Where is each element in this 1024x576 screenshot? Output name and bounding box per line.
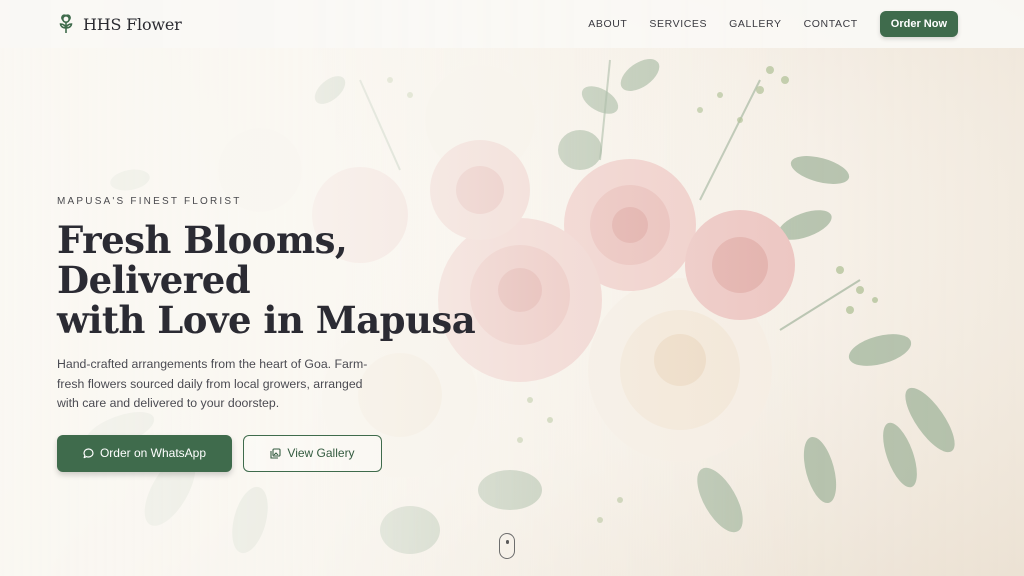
hero-subtitle: Hand-crafted arrangements from the heart… [57, 355, 389, 414]
view-gallery-button[interactable]: View Gallery [243, 434, 382, 472]
hero-section: MAPUSA'S FINEST FLORIST Fresh Blooms, De… [57, 196, 527, 472]
flower-icon [57, 13, 75, 35]
main-nav: ABOUT SERVICES GALLERY CONTACT Order Now [588, 11, 958, 37]
hero-subtitle-line-2: fresh flowers sourced daily from local g… [57, 376, 363, 391]
hero-title-line-2: with Love in Mapusa [57, 298, 476, 342]
scroll-dot [505, 540, 509, 544]
image-gallery-icon [270, 447, 281, 459]
order-whatsapp-button[interactable]: Order on WhatsApp [57, 434, 232, 472]
site-header: HHS Flower ABOUT SERVICES GALLERY CONTAC… [0, 0, 1024, 48]
chat-bubble-icon [83, 447, 94, 459]
order-whatsapp-label: Order on WhatsApp [99, 446, 207, 460]
nav-services[interactable]: SERVICES [649, 18, 707, 30]
nav-about[interactable]: ABOUT [588, 18, 627, 30]
nav-contact[interactable]: CONTACT [804, 18, 858, 30]
hero-title-line-1: Fresh Blooms, Delivered [57, 218, 348, 302]
mouse-scroll-icon[interactable] [499, 533, 515, 559]
nav-gallery[interactable]: GALLERY [729, 18, 781, 30]
hero-title: Fresh Blooms, Delivered with Love in Map… [57, 220, 527, 340]
hero-eyebrow: MAPUSA'S FINEST FLORIST [57, 196, 242, 207]
brand-name: HHS Flower [83, 14, 182, 34]
hero-subtitle-line-3: with care and delivered to your doorstep… [57, 396, 280, 410]
order-now-button[interactable]: Order Now [879, 11, 958, 37]
hero-cta-row: Order on WhatsApp View Gallery [57, 434, 527, 472]
brand[interactable]: HHS Flower [57, 13, 182, 35]
hero-subtitle-line-1: Hand-crafted arrangements from the heart… [57, 357, 368, 371]
view-gallery-label: View Gallery [287, 446, 355, 460]
